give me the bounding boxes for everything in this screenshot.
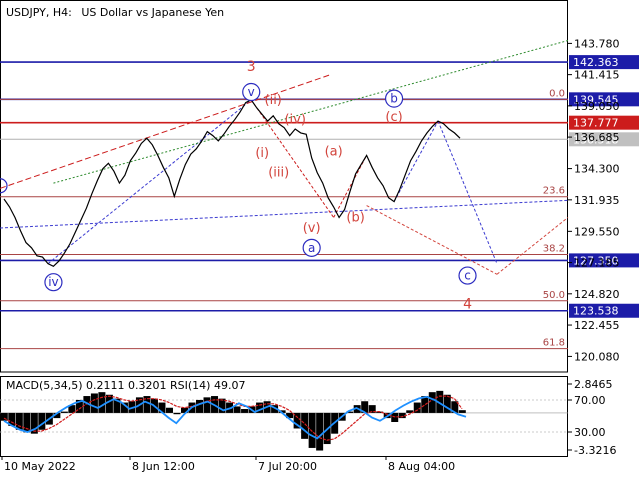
level-price-label: 137.777 xyxy=(573,117,619,130)
macd-bar xyxy=(428,392,436,413)
wave-link-c xyxy=(393,120,439,202)
fib-level-label: 23.6 xyxy=(543,186,565,197)
macd-bar xyxy=(165,407,173,413)
wave-label: b xyxy=(390,92,398,106)
macd-bar xyxy=(316,412,324,451)
price-tick-label: 122.455 xyxy=(574,319,620,332)
indicator-tick-label: 70.00 xyxy=(574,394,606,407)
macd-bar xyxy=(203,397,211,413)
trendline-wave-up xyxy=(47,99,252,265)
macd-bar xyxy=(458,410,466,413)
wave-label: (i) xyxy=(255,146,269,161)
price-tick-label: 124.820 xyxy=(574,288,620,301)
wave-label: a xyxy=(308,241,315,255)
price-tick-label: 129.550 xyxy=(574,225,620,238)
symbol-description: US Dollar vs Japanese Yen xyxy=(81,6,224,19)
price-tick-label: 139.050 xyxy=(574,100,620,113)
chart-window: 142.363 139.545 137.777 136.518 127.350 123.5… xyxy=(0,0,640,480)
level-price-label: 142.363 xyxy=(573,56,619,69)
time-tick-label: 8 Aug 04:00 xyxy=(388,460,455,473)
indicator-tick-label: 2.8465 xyxy=(574,378,613,391)
indicator-title: MACD(5,34,5) 0.2111 0.3201 RSI(14) 49.07 xyxy=(6,379,245,392)
wave-label: (v) xyxy=(303,221,321,236)
indicator-tick-label: -3.3216 xyxy=(574,444,616,457)
macd-bar xyxy=(60,411,68,413)
fib-level-label: 61.8 xyxy=(543,338,565,349)
macd-bar xyxy=(0,412,8,421)
chart-header: USDJPY, H4: US Dollar vs Japanese Yen xyxy=(6,6,224,19)
wave-label: (iv) xyxy=(284,113,305,128)
chart-canvas[interactable]: 142.363139.545137.777136.518127.350123.5… xyxy=(0,0,640,480)
trendline-lower xyxy=(0,199,569,229)
wave-label: v xyxy=(248,85,255,99)
price-tick-label: 143.780 xyxy=(574,37,620,50)
wave-label: (iii) xyxy=(268,166,289,181)
fib-level-label: 0.0 xyxy=(549,88,565,99)
macd-bar xyxy=(196,399,204,413)
price-tick-label: 127.185 xyxy=(574,257,620,270)
price-tick-label: 131.935 xyxy=(574,194,620,207)
price-tick-label: 136.685 xyxy=(574,131,620,144)
price-tick-label: 120.080 xyxy=(574,350,620,363)
macd-bar xyxy=(233,406,241,413)
macd-bar xyxy=(308,412,316,448)
wave-label: c xyxy=(464,269,471,283)
fib-level-label: 50.0 xyxy=(543,290,565,301)
macd-bar xyxy=(241,409,249,413)
macd-bar xyxy=(173,412,181,415)
wave-label: 3 xyxy=(247,59,256,75)
price-tick-label: 141.415 xyxy=(574,69,620,82)
macd-bar xyxy=(90,393,98,413)
wave-label: (c) xyxy=(385,110,402,125)
time-tick-label: 10 May 2022 xyxy=(4,460,76,473)
time-tick-label: 8 Jun 12:00 xyxy=(132,460,195,473)
macd-bar xyxy=(391,412,399,422)
wave-label: iv xyxy=(48,275,58,289)
wave-label: (ii) xyxy=(265,93,282,108)
wave-label: (b) xyxy=(346,210,364,225)
indicator-tick-label: 30.00 xyxy=(574,426,606,439)
macd-bar xyxy=(23,412,31,433)
macd-bar xyxy=(98,392,106,413)
symbol-timeframe: USDJPY, H4: xyxy=(6,6,72,19)
macd-bar xyxy=(105,394,113,413)
price-tick-label: 134.300 xyxy=(574,163,620,176)
time-tick-label: 7 Jul 20:00 xyxy=(258,460,317,473)
level-price-label: 123.538 xyxy=(573,305,619,318)
wave-label: 4 xyxy=(463,297,472,313)
fib-level-label: 38.2 xyxy=(543,243,565,254)
macd-bar xyxy=(301,412,309,439)
main-pane-frame xyxy=(0,0,568,373)
forecast-line-c xyxy=(437,120,498,264)
wave-label: (a) xyxy=(325,144,343,159)
wave-circle-offscreen xyxy=(0,178,8,194)
